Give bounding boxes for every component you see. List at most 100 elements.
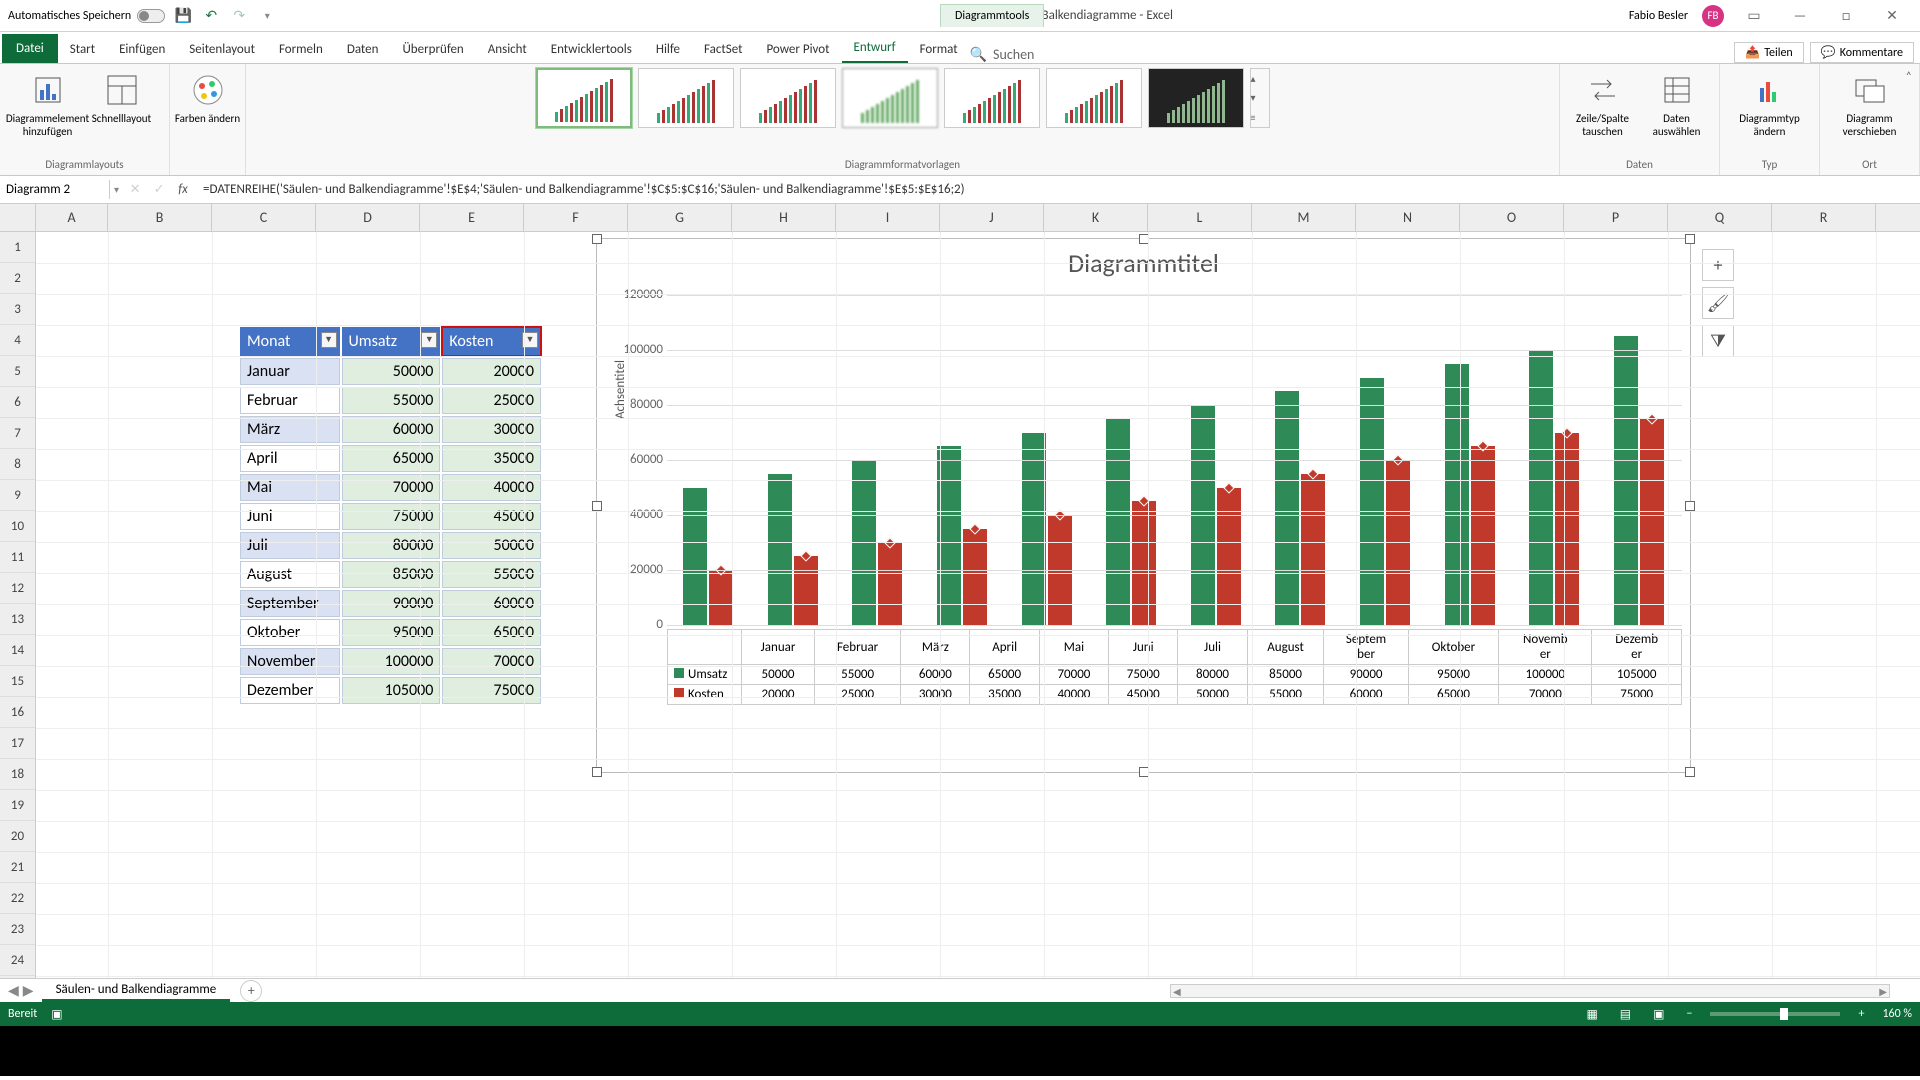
view-page-break-icon[interactable]: ▣	[1649, 1007, 1668, 1022]
chart-style-thumb[interactable]	[1148, 68, 1244, 128]
table-row[interactable]: Januar5000020000	[240, 358, 541, 385]
row-header[interactable]: 18	[0, 759, 35, 790]
row-header[interactable]: 19	[0, 790, 35, 821]
enter-formula-icon[interactable]: ✓	[147, 182, 171, 197]
resize-handle[interactable]	[1139, 234, 1149, 244]
chart-style-thumb[interactable]	[740, 68, 836, 128]
resize-handle[interactable]	[1685, 501, 1695, 511]
chart-plot-area[interactable]: 020000400006000080000100000120000	[667, 295, 1682, 625]
ribbon-display-icon[interactable]: ▭	[1738, 4, 1770, 28]
tab-view[interactable]: Ansicht	[476, 36, 539, 63]
add-chart-element-button[interactable]: Diagrammelement hinzufügen	[14, 68, 82, 138]
chart-style-thumb[interactable]	[944, 68, 1040, 128]
col-header[interactable]: G	[628, 204, 732, 231]
chart-style-thumb[interactable]	[536, 68, 632, 128]
zoom-slider[interactable]	[1710, 1012, 1840, 1016]
view-normal-icon[interactable]: ▦	[1582, 1007, 1601, 1022]
filter-dropdown-icon[interactable]: ▼	[321, 332, 337, 348]
search-input[interactable]: 🔍 Suchen	[970, 46, 1055, 63]
tab-design[interactable]: Entwurf	[842, 34, 908, 63]
chart-filters-button[interactable]: ⧩	[1702, 325, 1734, 357]
resize-handle[interactable]	[1685, 234, 1695, 244]
col-header[interactable]: P	[1564, 204, 1668, 231]
col-header[interactable]: M	[1252, 204, 1356, 231]
sheet-nav-prev-icon[interactable]: ◀	[8, 982, 19, 999]
sheet-tab[interactable]: Säulen- und Balkendiagramme	[42, 980, 231, 1002]
tab-file[interactable]: Datei	[2, 34, 58, 63]
undo-icon[interactable]: ↶	[201, 6, 221, 26]
bar-umsatz[interactable]	[1022, 433, 1046, 626]
tab-review[interactable]: Überprüfen	[390, 36, 475, 63]
col-header[interactable]: Q	[1668, 204, 1772, 231]
tab-page-layout[interactable]: Seitenlayout	[177, 36, 267, 63]
legend-entry[interactable]: Kosten	[668, 685, 742, 705]
name-box-dropdown-icon[interactable]: ▾	[110, 183, 123, 196]
close-icon[interactable]: ✕	[1876, 4, 1908, 28]
table-header-kosten[interactable]: Kosten▼	[442, 327, 541, 356]
zoom-out-icon[interactable]: −	[1682, 1007, 1696, 1021]
bar-kosten[interactable]	[794, 556, 818, 625]
col-header[interactable]: N	[1356, 204, 1460, 231]
row-header[interactable]: 17	[0, 728, 35, 759]
row-header[interactable]: 20	[0, 821, 35, 852]
bar-umsatz[interactable]	[1360, 378, 1384, 626]
row-header[interactable]: 7	[0, 418, 35, 449]
redo-icon[interactable]: ↷	[229, 6, 249, 26]
row-header[interactable]: 13	[0, 604, 35, 635]
maximize-icon[interactable]: □	[1830, 4, 1862, 28]
bar-kosten[interactable]	[709, 570, 733, 625]
row-header[interactable]: 15	[0, 666, 35, 697]
horizontal-scrollbar[interactable]: ◀ ▶	[1170, 984, 1890, 998]
row-header[interactable]: 8	[0, 449, 35, 480]
add-sheet-button[interactable]: +	[240, 980, 262, 1002]
tab-formulas[interactable]: Formeln	[267, 36, 335, 63]
col-header[interactable]: R	[1772, 204, 1876, 231]
table-row[interactable]: März6000030000	[240, 416, 541, 443]
bar-kosten[interactable]	[1471, 446, 1495, 625]
bar-kosten[interactable]	[1132, 501, 1156, 625]
collapse-ribbon-icon[interactable]: ˄	[1906, 70, 1912, 84]
chart-elements-button[interactable]: +	[1702, 249, 1734, 281]
col-header[interactable]: L	[1148, 204, 1252, 231]
chart-data-table[interactable]: JanuarFebruarMärzAprilMaiJuniJuliAugustS…	[667, 629, 1682, 705]
row-header[interactable]: 11	[0, 542, 35, 573]
comments-button[interactable]: 💬 Kommentare	[1810, 42, 1914, 63]
table-row[interactable]: Februar5500025000	[240, 387, 541, 414]
chart-styles-button[interactable]: 🖌	[1702, 287, 1734, 319]
row-header[interactable]: 21	[0, 852, 35, 883]
chart-object[interactable]: Diagrammtitel Achsentitel 02000040000600…	[596, 238, 1691, 773]
row-header[interactable]: 10	[0, 511, 35, 542]
row-header[interactable]: 12	[0, 573, 35, 604]
avatar[interactable]: FB	[1702, 5, 1724, 27]
tab-powerpivot[interactable]: Power Pivot	[754, 36, 841, 63]
row-header[interactable]: 22	[0, 883, 35, 914]
data-table[interactable]: Monat▼ Umsatz▼ Kosten▼ Januar5000020000F…	[238, 325, 543, 706]
resize-handle[interactable]	[592, 501, 602, 511]
table-row[interactable]: Oktober9500065000	[240, 619, 541, 646]
toggle-switch[interactable]	[137, 9, 165, 23]
table-row[interactable]: Juli8000050000	[240, 532, 541, 559]
col-header[interactable]: E	[420, 204, 524, 231]
save-icon[interactable]: 💾	[173, 6, 193, 26]
view-page-layout-icon[interactable]: ▤	[1616, 1007, 1635, 1022]
change-chart-type-button[interactable]: Diagrammtyp ändern	[1736, 68, 1804, 138]
chart-styles-gallery[interactable]: ▴▾≡	[536, 68, 1270, 128]
column-headers[interactable]: ABCDEFGHIJKLMNOPQR	[36, 204, 1920, 232]
row-header[interactable]: 16	[0, 697, 35, 728]
bar-umsatz[interactable]	[1445, 364, 1469, 625]
zoom-in-icon[interactable]: +	[1854, 1007, 1868, 1021]
col-header[interactable]: K	[1044, 204, 1148, 231]
formula-input[interactable]: =DATENREIHE('Säulen- und Balkendiagramme…	[195, 180, 1920, 199]
tab-format[interactable]: Format	[908, 36, 970, 63]
minimize-icon[interactable]: —	[1784, 4, 1816, 28]
table-header-monat[interactable]: Monat▼	[240, 327, 340, 356]
row-header[interactable]: 1	[0, 232, 35, 263]
col-header[interactable]: C	[212, 204, 316, 231]
quick-layout-button[interactable]: Schnelllayout	[88, 68, 156, 138]
legend-entry[interactable]: Umsatz	[668, 665, 742, 685]
tab-insert[interactable]: Einfügen	[107, 36, 177, 63]
select-data-button[interactable]: Daten auswählen	[1643, 68, 1711, 138]
table-row[interactable]: August8500055000	[240, 561, 541, 588]
row-header[interactable]: 2	[0, 263, 35, 294]
bar-kosten[interactable]	[963, 529, 987, 625]
